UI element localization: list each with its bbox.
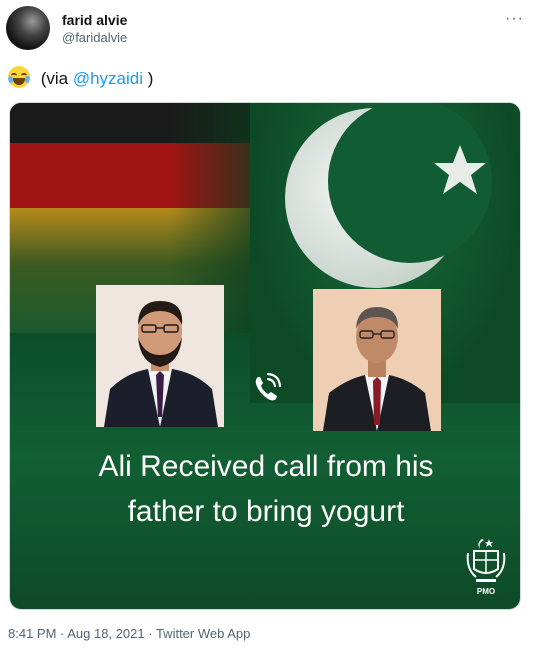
tweet-text-prefix: (via [36, 69, 73, 88]
tweet-media-image[interactable]: Ali Received call from his father to bri… [9, 102, 521, 610]
author-handle[interactable]: @faridalvie [62, 30, 127, 45]
tweet-date[interactable]: Aug 18, 2021 [67, 626, 144, 641]
avatar[interactable] [6, 6, 50, 50]
image-caption-line1: Ali Received call from his [98, 450, 434, 483]
separator: · [144, 626, 156, 641]
author-display-name[interactable]: farid alvie [62, 12, 127, 28]
tweet-header: farid alvie @faridalvie ··· [0, 0, 535, 60]
portrait-ali [96, 285, 224, 427]
more-options-icon[interactable]: ··· [505, 10, 524, 28]
tweet-text: (via @hyzaidi ) [8, 66, 153, 89]
tweet-source: Twitter Web App [155, 626, 251, 641]
mention-link[interactable]: @hyzaidi [73, 69, 143, 88]
tweet-text-suffix: ) [143, 69, 154, 88]
tweet-metadata: 8:41 PM · Aug 18, 2021 · Twitter Web App [8, 626, 250, 641]
separator: · [56, 626, 68, 641]
pmo-label: PMO [476, 587, 496, 596]
face-with-tears-of-joy-icon [8, 66, 30, 88]
portrait-father [313, 289, 441, 431]
image-caption-line2: father to bring yogurt [127, 495, 405, 528]
phone-call-icon [250, 371, 284, 405]
tweet-time[interactable]: 8:41 PM [8, 626, 56, 641]
